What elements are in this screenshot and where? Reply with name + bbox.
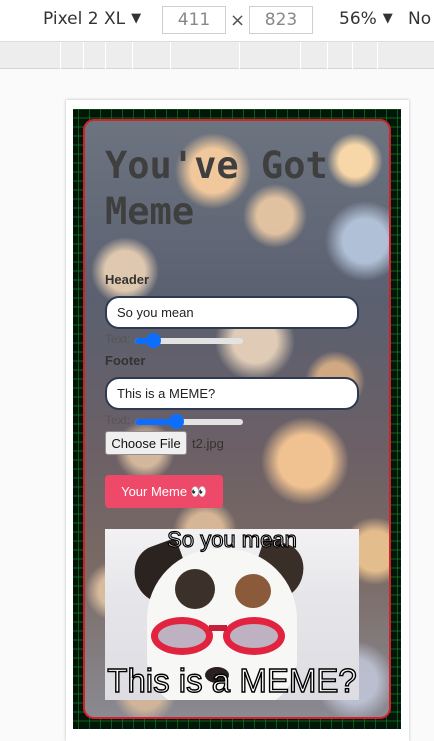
- media-query-ruler: [0, 42, 434, 69]
- device-select[interactable]: Pixel 2 XL ▼: [43, 9, 141, 29]
- dog-fur-patch: [235, 574, 271, 608]
- device-name: Pixel 2 XL: [43, 9, 126, 29]
- choose-file-button[interactable]: Choose File: [105, 431, 187, 455]
- dog-fur-patch: [175, 569, 215, 609]
- height-input[interactable]: 823: [249, 6, 313, 34]
- meme-preview: So you mean This is a MEME?: [105, 529, 359, 700]
- meme-bottom-text: This is a MEME?: [107, 661, 358, 699]
- sunglasses-lens: [223, 617, 285, 655]
- meme-card: You've Got Meme Header Text: Footer Text…: [83, 119, 391, 719]
- device-toolbar: Pixel 2 XL ▼ 411 × 823 56% ▼ No: [0, 0, 434, 42]
- footer-input[interactable]: [105, 377, 359, 410]
- slider-thumb[interactable]: [169, 414, 184, 429]
- header-input[interactable]: [105, 296, 359, 329]
- sunglasses-bridge: [209, 625, 227, 631]
- footer-size-slider[interactable]: Text:: [105, 413, 245, 429]
- dimension-separator: ×: [230, 10, 246, 31]
- ruler-segment[interactable]: [60, 42, 84, 69]
- header-size-label: Text:: [105, 332, 131, 346]
- meme-top-text: So you mean: [167, 529, 298, 553]
- ruler-segment[interactable]: [300, 42, 328, 69]
- matrix-background: You've Got Meme Header Text: Footer Text…: [73, 109, 401, 729]
- page-title: You've Got Meme: [105, 144, 328, 233]
- slider-thumb[interactable]: [146, 333, 161, 348]
- file-name: t2.jpg: [192, 436, 224, 451]
- header-label: Header: [105, 272, 150, 287]
- device-frame: You've Got Meme Header Text: Footer Text…: [66, 100, 409, 741]
- chevron-down-icon: ▼: [382, 11, 393, 26]
- zoom-select[interactable]: 56% ▼: [339, 9, 393, 29]
- ruler-segment[interactable]: [105, 42, 133, 69]
- sunglasses-lens: [151, 617, 213, 655]
- zoom-value: 56%: [339, 9, 377, 29]
- viewport-area: You've Got Meme Header Text: Footer Text…: [0, 69, 434, 741]
- header-size-slider[interactable]: Text:: [105, 332, 245, 348]
- slider-track: [135, 414, 243, 429]
- slider-track: [135, 333, 243, 348]
- chevron-down-icon: ▼: [131, 11, 142, 26]
- your-meme-button[interactable]: Your Meme 👀: [105, 475, 223, 508]
- width-input[interactable]: 411: [162, 6, 226, 34]
- ruler-segment[interactable]: [352, 42, 378, 69]
- throttle-select[interactable]: No: [408, 9, 431, 29]
- ruler-segment[interactable]: [170, 42, 240, 69]
- footer-size-label: Text:: [105, 413, 131, 427]
- footer-label: Footer: [105, 353, 146, 368]
